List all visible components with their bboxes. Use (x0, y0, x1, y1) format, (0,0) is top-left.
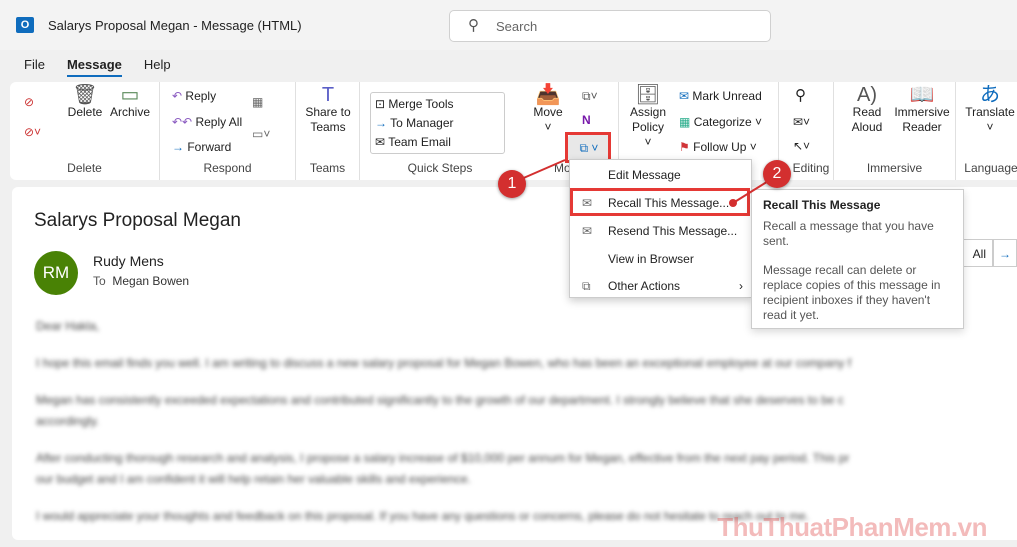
annotation-badge-2: 2 (763, 160, 791, 188)
annotation-badge-1: 1 (498, 170, 526, 198)
watermark: ThuThuatPhanMem.vn (717, 512, 987, 542)
annotation-lines (511, 159, 779, 204)
